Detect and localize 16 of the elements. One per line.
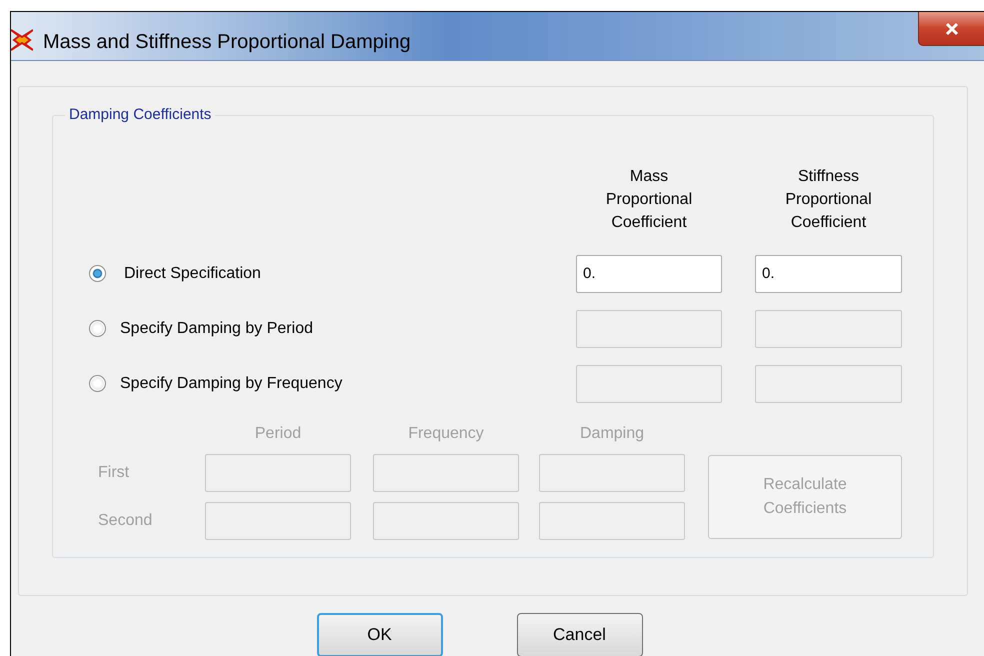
window-title: Mass and Stiffness Proportional Damping bbox=[43, 31, 412, 54]
group-title: Damping Coefficients bbox=[65, 106, 216, 123]
option-label: Specify Damping by Period bbox=[120, 320, 313, 338]
column-header: Period bbox=[254, 425, 302, 443]
dialog-button[interactable]: Cancel bbox=[516, 613, 642, 656]
row-label: Second bbox=[97, 512, 154, 530]
option-label: Specify Damping by Frequency bbox=[120, 374, 342, 392]
option-label: Direct Specification bbox=[124, 264, 261, 282]
dialog-button[interactable]: OK bbox=[316, 613, 442, 656]
column-header: Damping bbox=[580, 425, 644, 443]
row-label: First bbox=[97, 464, 130, 482]
column-header: Mass Proportional Coefficient bbox=[604, 167, 694, 233]
input-field[interactable]: 0. bbox=[755, 254, 902, 292]
column-header: Stiffness Proportional Coefficient bbox=[784, 167, 873, 233]
column-header: Frequency bbox=[408, 425, 484, 443]
input-field[interactable]: 0. bbox=[576, 254, 722, 292]
